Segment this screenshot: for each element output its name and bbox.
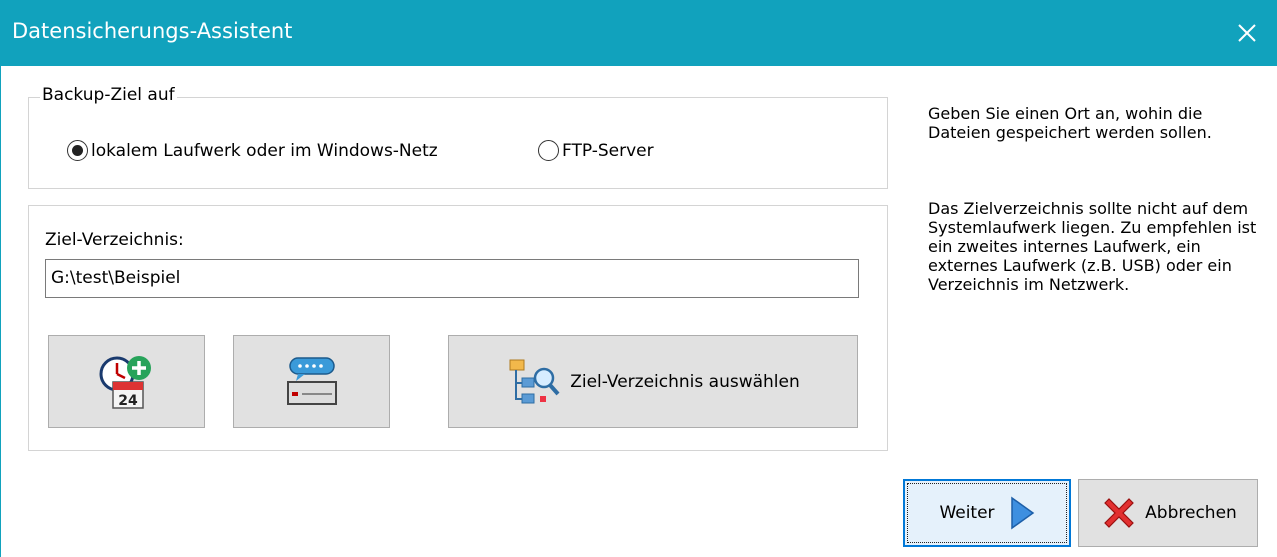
title-bar: Datensicherungs-Assistent	[0, 0, 1277, 66]
close-button[interactable]	[1217, 0, 1277, 66]
next-button[interactable]: Weiter	[903, 479, 1071, 547]
radio-ftp-server-circle[interactable]	[538, 140, 559, 161]
help-text-2: Das Zielverzeichnis sollte nicht auf dem…	[928, 199, 1258, 294]
radio-local-drive-label: lokalem Laufwerk oder im Windows-Netz	[91, 140, 438, 161]
close-icon	[1238, 24, 1256, 42]
help-paragraph-1: Geben Sie einen Ort an, wohin die Dateie…	[928, 104, 1212, 142]
window-title: Datensicherungs-Assistent	[12, 19, 293, 43]
message-button[interactable]	[233, 335, 390, 428]
red-x-icon	[1104, 498, 1135, 528]
radio-local-drive-circle[interactable]	[67, 140, 88, 161]
choose-directory-button[interactable]: Ziel-Verzeichnis auswählen	[448, 335, 858, 428]
calendar-clock-add-icon: 24	[99, 355, 151, 409]
radio-local-drive[interactable]: lokalem Laufwerk oder im Windows-Netz	[67, 140, 438, 161]
folder-tree-search-icon	[509, 359, 560, 403]
calendar-day: 24	[118, 393, 138, 409]
help-paragraph-2: Das Zielverzeichnis sollte nicht auf dem…	[928, 199, 1257, 294]
cancel-label: Abbrechen	[1145, 503, 1237, 523]
backup-target-legend: Backup-Ziel auf	[40, 85, 177, 105]
radio-ftp-server[interactable]: FTP-Server	[538, 140, 654, 161]
help-text-1: Geben Sie einen Ort an, wohin die Dateie…	[928, 104, 1258, 142]
radio-selected-dot	[72, 145, 83, 156]
schedule-button[interactable]: 24	[48, 335, 205, 428]
window-border	[0, 66, 1, 557]
speech-bubble-icon	[286, 356, 337, 405]
directory-label: Ziel-Verzeichnis:	[45, 230, 184, 250]
radio-ftp-server-label: FTP-Server	[562, 140, 654, 161]
choose-directory-label: Ziel-Verzeichnis auswählen	[570, 371, 800, 392]
cancel-button[interactable]: Abbrechen	[1078, 479, 1258, 547]
directory-input[interactable]: G:\test\Beispiel	[45, 259, 859, 298]
